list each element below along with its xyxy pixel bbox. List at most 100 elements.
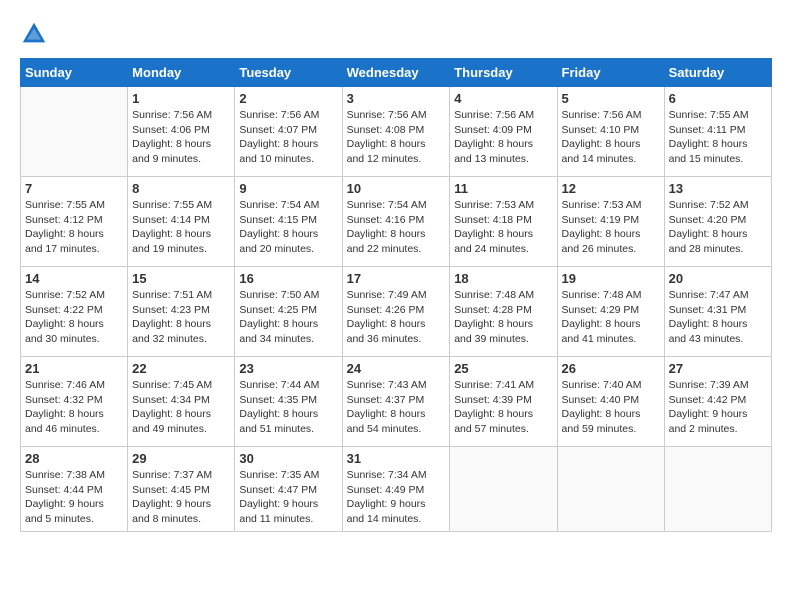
cell-info: Sunrise: 7:38 AMSunset: 4:44 PMDaylight:…: [25, 469, 105, 525]
calendar-cell: 9 Sunrise: 7:54 AMSunset: 4:15 PMDayligh…: [235, 177, 342, 267]
calendar-cell: 1 Sunrise: 7:56 AMSunset: 4:06 PMDayligh…: [128, 87, 235, 177]
calendar-cell: 10 Sunrise: 7:54 AMSunset: 4:16 PMDaylig…: [342, 177, 450, 267]
calendar-week-5: 28 Sunrise: 7:38 AMSunset: 4:44 PMDaylig…: [21, 447, 772, 532]
page-header: [20, 20, 772, 48]
day-header-saturday: Saturday: [664, 59, 771, 87]
cell-info: Sunrise: 7:53 AMSunset: 4:19 PMDaylight:…: [562, 199, 642, 255]
day-number: 1: [132, 91, 230, 106]
day-number: 3: [347, 91, 446, 106]
cell-info: Sunrise: 7:55 AMSunset: 4:14 PMDaylight:…: [132, 199, 212, 255]
calendar-cell: [21, 87, 128, 177]
calendar-cell: 12 Sunrise: 7:53 AMSunset: 4:19 PMDaylig…: [557, 177, 664, 267]
day-number: 16: [239, 271, 337, 286]
cell-info: Sunrise: 7:34 AMSunset: 4:49 PMDaylight:…: [347, 469, 427, 525]
calendar-week-1: 1 Sunrise: 7:56 AMSunset: 4:06 PMDayligh…: [21, 87, 772, 177]
day-header-monday: Monday: [128, 59, 235, 87]
day-number: 15: [132, 271, 230, 286]
day-header-friday: Friday: [557, 59, 664, 87]
cell-info: Sunrise: 7:52 AMSunset: 4:22 PMDaylight:…: [25, 289, 105, 345]
day-number: 20: [669, 271, 767, 286]
day-header-sunday: Sunday: [21, 59, 128, 87]
calendar-cell: 14 Sunrise: 7:52 AMSunset: 4:22 PMDaylig…: [21, 267, 128, 357]
calendar-week-4: 21 Sunrise: 7:46 AMSunset: 4:32 PMDaylig…: [21, 357, 772, 447]
day-number: 18: [454, 271, 552, 286]
day-number: 31: [347, 451, 446, 466]
cell-info: Sunrise: 7:52 AMSunset: 4:20 PMDaylight:…: [669, 199, 749, 255]
day-number: 6: [669, 91, 767, 106]
calendar-cell: 18 Sunrise: 7:48 AMSunset: 4:28 PMDaylig…: [450, 267, 557, 357]
day-header-tuesday: Tuesday: [235, 59, 342, 87]
day-number: 7: [25, 181, 123, 196]
day-number: 21: [25, 361, 123, 376]
day-number: 10: [347, 181, 446, 196]
cell-info: Sunrise: 7:53 AMSunset: 4:18 PMDaylight:…: [454, 199, 534, 255]
calendar-week-3: 14 Sunrise: 7:52 AMSunset: 4:22 PMDaylig…: [21, 267, 772, 357]
day-number: 26: [562, 361, 660, 376]
calendar-cell: 19 Sunrise: 7:48 AMSunset: 4:29 PMDaylig…: [557, 267, 664, 357]
calendar-cell: 8 Sunrise: 7:55 AMSunset: 4:14 PMDayligh…: [128, 177, 235, 267]
day-number: 22: [132, 361, 230, 376]
day-number: 4: [454, 91, 552, 106]
cell-info: Sunrise: 7:47 AMSunset: 4:31 PMDaylight:…: [669, 289, 749, 345]
calendar-cell: 15 Sunrise: 7:51 AMSunset: 4:23 PMDaylig…: [128, 267, 235, 357]
day-number: 2: [239, 91, 337, 106]
calendar-cell: 6 Sunrise: 7:55 AMSunset: 4:11 PMDayligh…: [664, 87, 771, 177]
calendar-cell: 23 Sunrise: 7:44 AMSunset: 4:35 PMDaylig…: [235, 357, 342, 447]
cell-info: Sunrise: 7:43 AMSunset: 4:37 PMDaylight:…: [347, 379, 427, 435]
cell-info: Sunrise: 7:44 AMSunset: 4:35 PMDaylight:…: [239, 379, 319, 435]
cell-info: Sunrise: 7:46 AMSunset: 4:32 PMDaylight:…: [25, 379, 105, 435]
cell-info: Sunrise: 7:54 AMSunset: 4:16 PMDaylight:…: [347, 199, 427, 255]
day-number: 8: [132, 181, 230, 196]
day-number: 5: [562, 91, 660, 106]
calendar-cell: 26 Sunrise: 7:40 AMSunset: 4:40 PMDaylig…: [557, 357, 664, 447]
calendar-cell: 4 Sunrise: 7:56 AMSunset: 4:09 PMDayligh…: [450, 87, 557, 177]
day-number: 25: [454, 361, 552, 376]
cell-info: Sunrise: 7:40 AMSunset: 4:40 PMDaylight:…: [562, 379, 642, 435]
calendar-cell: 11 Sunrise: 7:53 AMSunset: 4:18 PMDaylig…: [450, 177, 557, 267]
day-number: 9: [239, 181, 337, 196]
header-row: SundayMondayTuesdayWednesdayThursdayFrid…: [21, 59, 772, 87]
calendar-cell: 27 Sunrise: 7:39 AMSunset: 4:42 PMDaylig…: [664, 357, 771, 447]
cell-info: Sunrise: 7:50 AMSunset: 4:25 PMDaylight:…: [239, 289, 319, 345]
calendar-cell: 3 Sunrise: 7:56 AMSunset: 4:08 PMDayligh…: [342, 87, 450, 177]
calendar-cell: 21 Sunrise: 7:46 AMSunset: 4:32 PMDaylig…: [21, 357, 128, 447]
cell-info: Sunrise: 7:55 AMSunset: 4:11 PMDaylight:…: [669, 109, 749, 165]
calendar-cell: [664, 447, 771, 532]
day-number: 23: [239, 361, 337, 376]
day-header-thursday: Thursday: [450, 59, 557, 87]
day-number: 30: [239, 451, 337, 466]
calendar-cell: 28 Sunrise: 7:38 AMSunset: 4:44 PMDaylig…: [21, 447, 128, 532]
day-number: 13: [669, 181, 767, 196]
day-number: 19: [562, 271, 660, 286]
cell-info: Sunrise: 7:56 AMSunset: 4:08 PMDaylight:…: [347, 109, 427, 165]
calendar-cell: 31 Sunrise: 7:34 AMSunset: 4:49 PMDaylig…: [342, 447, 450, 532]
calendar-cell: 16 Sunrise: 7:50 AMSunset: 4:25 PMDaylig…: [235, 267, 342, 357]
cell-info: Sunrise: 7:37 AMSunset: 4:45 PMDaylight:…: [132, 469, 212, 525]
cell-info: Sunrise: 7:39 AMSunset: 4:42 PMDaylight:…: [669, 379, 749, 435]
day-number: 17: [347, 271, 446, 286]
day-number: 11: [454, 181, 552, 196]
calendar-cell: 25 Sunrise: 7:41 AMSunset: 4:39 PMDaylig…: [450, 357, 557, 447]
logo: [20, 20, 52, 48]
cell-info: Sunrise: 7:51 AMSunset: 4:23 PMDaylight:…: [132, 289, 212, 345]
cell-info: Sunrise: 7:35 AMSunset: 4:47 PMDaylight:…: [239, 469, 319, 525]
cell-info: Sunrise: 7:54 AMSunset: 4:15 PMDaylight:…: [239, 199, 319, 255]
cell-info: Sunrise: 7:56 AMSunset: 4:09 PMDaylight:…: [454, 109, 534, 165]
cell-info: Sunrise: 7:48 AMSunset: 4:29 PMDaylight:…: [562, 289, 642, 345]
cell-info: Sunrise: 7:56 AMSunset: 4:10 PMDaylight:…: [562, 109, 642, 165]
day-number: 28: [25, 451, 123, 466]
day-number: 24: [347, 361, 446, 376]
day-header-wednesday: Wednesday: [342, 59, 450, 87]
calendar-cell: 30 Sunrise: 7:35 AMSunset: 4:47 PMDaylig…: [235, 447, 342, 532]
day-number: 29: [132, 451, 230, 466]
calendar-cell: 13 Sunrise: 7:52 AMSunset: 4:20 PMDaylig…: [664, 177, 771, 267]
cell-info: Sunrise: 7:45 AMSunset: 4:34 PMDaylight:…: [132, 379, 212, 435]
cell-info: Sunrise: 7:49 AMSunset: 4:26 PMDaylight:…: [347, 289, 427, 345]
day-number: 12: [562, 181, 660, 196]
logo-icon: [20, 20, 48, 48]
calendar-cell: 7 Sunrise: 7:55 AMSunset: 4:12 PMDayligh…: [21, 177, 128, 267]
calendar-cell: [450, 447, 557, 532]
cell-info: Sunrise: 7:48 AMSunset: 4:28 PMDaylight:…: [454, 289, 534, 345]
calendar-cell: 20 Sunrise: 7:47 AMSunset: 4:31 PMDaylig…: [664, 267, 771, 357]
cell-info: Sunrise: 7:41 AMSunset: 4:39 PMDaylight:…: [454, 379, 534, 435]
